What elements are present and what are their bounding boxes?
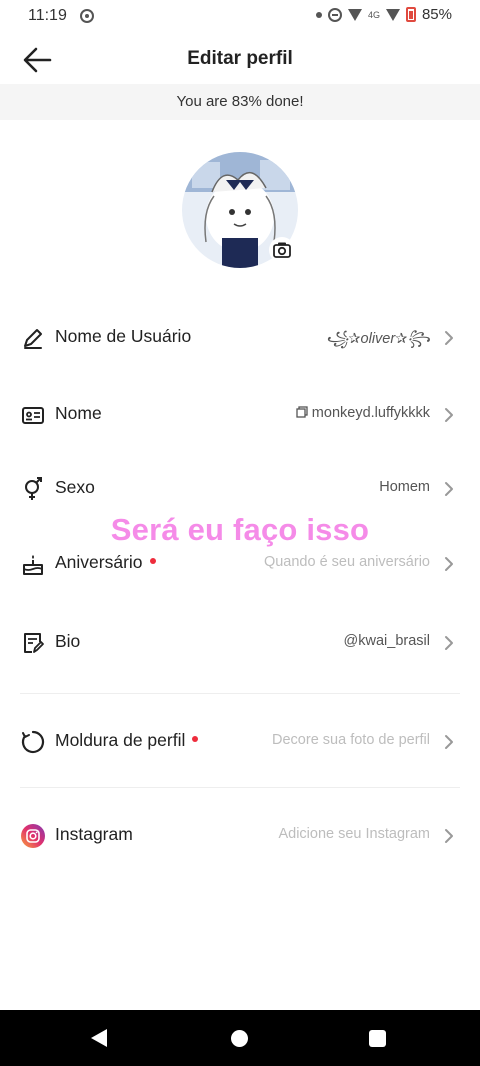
row-value: ꧁✰oliver✰꧂ <box>325 331 430 347</box>
row-value: @kwai_brasil <box>343 633 430 649</box>
signal-icon <box>385 8 400 21</box>
username-value: monkeyd.luffykkkk <box>311 405 430 421</box>
row-birthday[interactable]: Aniversário Quando é seu aniversário <box>0 535 480 591</box>
chevron-right-icon <box>445 735 453 749</box>
header: Editar perfil <box>0 34 480 84</box>
divider <box>20 787 460 788</box>
row-placeholder: Quando é seu aniversário <box>263 554 430 570</box>
chevron-right-icon <box>445 636 453 650</box>
copy-icon <box>296 406 308 418</box>
row-instagram[interactable]: Instagram Adicione seu Instagram <box>0 807 480 863</box>
row-profile-frame[interactable]: Moldura de perfil Decore sua foto de per… <box>0 713 480 769</box>
status-time: 11:19 <box>28 7 67 24</box>
row-label: Bio <box>55 631 81 651</box>
nav-back-icon[interactable] <box>91 1029 107 1047</box>
cake-icon <box>23 555 43 575</box>
frame-label: Moldura de perfil <box>55 730 186 750</box>
system-nav-bar <box>0 1010 480 1066</box>
chevron-right-icon <box>445 408 453 422</box>
notification-dot-icon <box>315 11 322 18</box>
battery-icon <box>405 7 416 22</box>
row-label: Nome <box>55 403 102 423</box>
screen-record-icon <box>80 9 94 23</box>
page-title: Editar perfil <box>187 48 293 69</box>
row-placeholder: Decore sua foto de perfil <box>272 732 430 748</box>
row-label-with-dot: Moldura de perfil <box>55 730 199 751</box>
chevron-right-icon <box>445 482 453 496</box>
id-card-icon <box>22 407 44 424</box>
chevron-right-icon <box>445 331 453 345</box>
row-placeholder: Adicione seu Instagram <box>278 826 430 842</box>
nav-recents-icon[interactable] <box>369 1030 386 1047</box>
chevron-right-icon <box>445 557 453 571</box>
notification-dot <box>149 558 156 565</box>
row-label: Nome de Usuário <box>55 326 192 346</box>
row-username[interactable]: Nome de Usuário ꧁✰oliver✰꧂ <box>0 309 480 365</box>
chevron-right-icon <box>445 829 453 843</box>
instagram-icon <box>21 824 45 848</box>
row-value-with-icon: monkeyd.luffykkkk <box>296 405 430 421</box>
pencil-icon <box>24 329 42 349</box>
row-gender[interactable]: Sexo Homem <box>0 460 480 516</box>
frame-icon <box>21 730 45 754</box>
network-type: 4G <box>367 9 380 20</box>
avatar-container[interactable] <box>182 152 298 268</box>
gender-icon <box>25 477 42 500</box>
row-label: Instagram <box>55 824 133 844</box>
row-label-with-dot: Aniversário <box>55 552 156 573</box>
status-bar: 11:19 4G 85% <box>0 0 480 34</box>
battery-percent: 85% <box>421 6 452 23</box>
row-bio[interactable]: Bio @kwai_brasil <box>0 614 480 670</box>
row-value: Homem <box>379 479 430 495</box>
birthday-label: Aniversário <box>55 552 143 572</box>
divider <box>20 693 460 694</box>
progress-banner: You are 83% done! <box>0 84 480 120</box>
row-label: Sexo <box>55 477 95 497</box>
do-not-disturb-icon <box>327 7 342 22</box>
row-name[interactable]: Nome monkeyd.luffykkkk <box>0 386 480 442</box>
notification-dot <box>192 736 199 743</box>
wifi-icon <box>347 8 362 21</box>
bio-edit-icon <box>24 633 44 653</box>
status-icons: 4G 85% <box>315 6 452 23</box>
camera-icon[interactable] <box>268 236 296 264</box>
nav-home-icon[interactable] <box>231 1030 248 1047</box>
